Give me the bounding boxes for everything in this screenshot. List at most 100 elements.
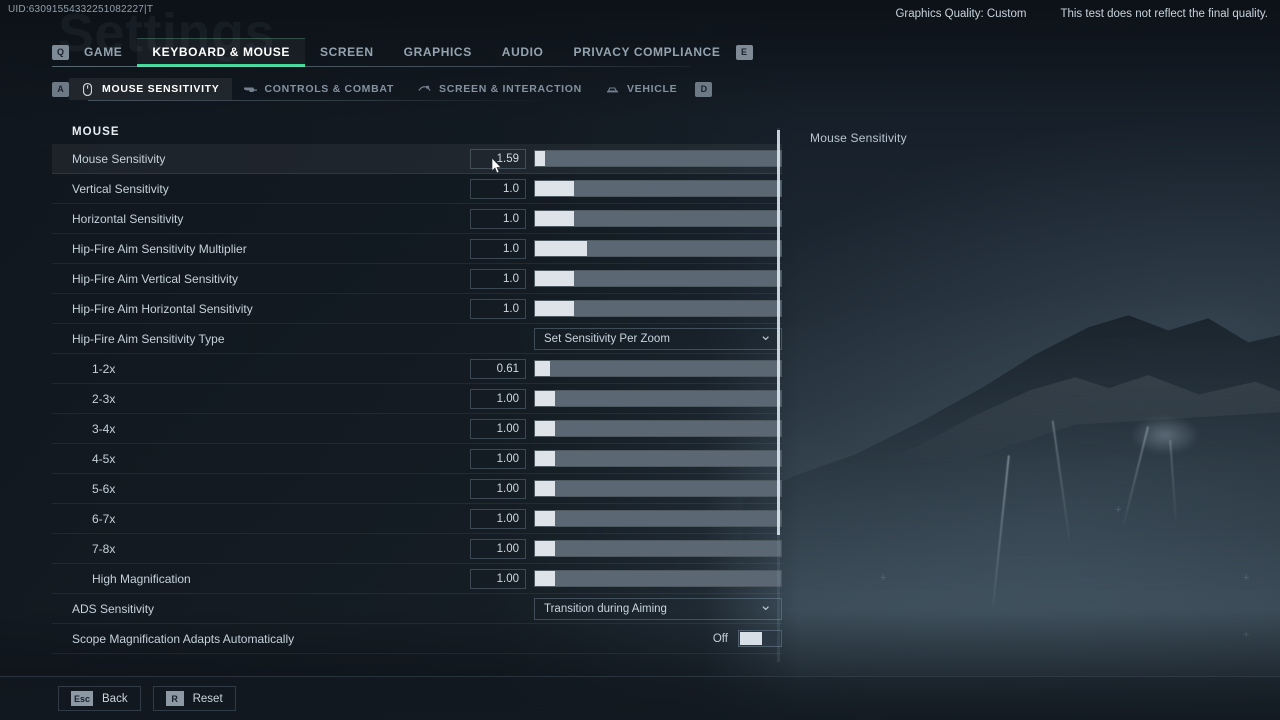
setting-label: 2-3x <box>92 391 116 406</box>
settings-row[interactable]: Hip-Fire Aim Vertical Sensitivity 1.0 <box>52 264 782 294</box>
settings-row[interactable]: Vertical Sensitivity 1.0 <box>52 174 782 204</box>
section-title-mouse: MOUSE <box>72 126 120 138</box>
subtab-vehicle[interactable]: VEHICLE <box>594 78 689 100</box>
slider-fill <box>535 571 555 586</box>
crosshair-icon <box>418 83 431 96</box>
crosshair-mark-icon: + <box>1115 504 1122 516</box>
subtab-screen-interaction[interactable]: SCREEN & INTERACTION <box>406 78 594 100</box>
slider-fill <box>535 421 555 436</box>
slider-fill <box>535 511 555 526</box>
settings-row[interactable]: 3-4x 1.00 <box>52 414 782 444</box>
tab-graphics[interactable]: GRAPHICS <box>389 38 487 66</box>
slider-fill <box>535 181 575 196</box>
setting-slider[interactable] <box>534 180 782 197</box>
tab-screen[interactable]: SCREEN <box>305 38 389 66</box>
tab-game[interactable]: GAME <box>69 38 137 66</box>
settings-row[interactable]: 2-3x 1.00 <box>52 384 782 414</box>
toggle-knob <box>740 632 762 645</box>
settings-row[interactable]: Horizontal Sensitivity 1.0 <box>52 204 782 234</box>
sub-tab-bar: A MOUSE SENSITIVITY CONTROLS & COMBAT SC… <box>52 78 713 100</box>
setting-label: 6-7x <box>92 511 116 526</box>
setting-label: Hip-Fire Aim Vertical Sensitivity <box>72 271 239 286</box>
slider-fill <box>535 451 555 466</box>
setting-slider[interactable] <box>534 270 782 287</box>
settings-row[interactable]: 6-7x 1.00 <box>52 504 782 534</box>
subtab-prev-key-hint[interactable]: A <box>52 81 69 97</box>
setting-dropdown[interactable]: Set Sensitivity Per Zoom ⌄ <box>534 327 782 350</box>
settings-row[interactable]: Scope Magnification Adapts Automatically… <box>52 624 782 654</box>
back-button[interactable]: Esc Back <box>58 686 141 711</box>
subtab-label: VEHICLE <box>626 83 678 95</box>
settings-row[interactable]: 1-2x 0.61 <box>52 354 782 384</box>
slider-fill <box>535 391 555 406</box>
setting-value-field[interactable]: 1.0 <box>470 178 526 199</box>
setting-label: Vertical Sensitivity <box>72 181 169 196</box>
setting-slider[interactable] <box>534 300 782 317</box>
settings-row[interactable]: Mouse Sensitivity 1.59 <box>52 144 782 174</box>
settings-row[interactable]: Hip-Fire Aim Sensitivity Type Set Sensiti… <box>52 324 782 354</box>
bottom-action-bar: Esc Back R Reset <box>0 676 1280 720</box>
setting-value-field[interactable]: 1.00 <box>470 388 526 409</box>
settings-row[interactable]: 5-6x 1.00 <box>52 474 782 504</box>
setting-slider[interactable] <box>534 540 782 557</box>
tab-privacy-compliance[interactable]: PRIVACY COMPLIANCE <box>558 38 735 66</box>
setting-value-field[interactable]: 1.00 <box>470 418 526 439</box>
setting-value-field[interactable]: 1.59 <box>470 148 526 169</box>
setting-value-field[interactable]: 0.61 <box>470 358 526 379</box>
subtab-next-key-hint[interactable]: D <box>695 81 713 97</box>
tab-prev-key-hint[interactable]: Q <box>52 44 69 60</box>
setting-value-field[interactable]: 1.0 <box>470 238 526 259</box>
subtab-controls-combat[interactable]: CONTROLS & COMBAT <box>232 78 407 100</box>
setting-slider[interactable] <box>534 570 782 587</box>
settings-row[interactable]: 7-8x 1.00 <box>52 534 782 564</box>
slider-fill <box>535 541 555 556</box>
mouse-icon <box>81 82 94 96</box>
setting-label: Scope Magnification Adapts Automatically <box>72 631 295 646</box>
setting-slider[interactable] <box>534 510 782 527</box>
reset-key-hint: R <box>165 691 184 706</box>
settings-panel: MOUSE Mouse Sensitivity 1.59 Vertical Sens… <box>52 126 782 660</box>
setting-value-field[interactable]: 1.0 <box>470 208 526 229</box>
test-disclaimer-label: This test does not reflect the final qua… <box>1060 8 1268 20</box>
tab-audio[interactable]: AUDIO <box>487 38 559 66</box>
setting-value-field[interactable]: 1.0 <box>470 268 526 289</box>
tab-next-key-hint[interactable]: E <box>735 44 753 60</box>
subtab-label: CONTROLS & COMBAT <box>264 83 395 95</box>
setting-slider[interactable] <box>534 450 782 467</box>
setting-value-field[interactable]: 1.00 <box>470 568 526 589</box>
setting-value-field[interactable]: 1.00 <box>470 538 526 559</box>
settings-row[interactable]: High Magnification 1.00 <box>52 564 782 594</box>
slider-fill <box>535 271 575 286</box>
tab-keyboard-mouse[interactable]: KEYBOARD & MOUSE <box>137 38 306 67</box>
setting-value-field[interactable]: 1.0 <box>470 298 526 319</box>
setting-slider[interactable] <box>534 240 782 257</box>
back-key-hint: Esc <box>71 691 94 706</box>
subtab-mouse-sensitivity[interactable]: MOUSE SENSITIVITY <box>69 78 232 100</box>
setting-label: 3-4x <box>92 421 116 436</box>
setting-label: 5-6x <box>92 481 116 496</box>
chevron-down-icon: ⌄ <box>759 327 772 344</box>
setting-value-field[interactable]: 1.00 <box>470 478 526 499</box>
setting-slider[interactable] <box>534 150 782 167</box>
reset-button[interactable]: R Reset <box>152 686 236 711</box>
setting-slider[interactable] <box>534 420 782 437</box>
setting-value-field[interactable]: 1.00 <box>470 508 526 529</box>
settings-row[interactable]: Hip-Fire Aim Horizontal Sensitivity 1.0 <box>52 294 782 324</box>
settings-row[interactable]: ADS Sensitivity Transition during Aiming ⌄ <box>52 594 782 624</box>
setting-toggle-group[interactable]: Off <box>713 630 782 647</box>
setting-value-field[interactable]: 1.00 <box>470 448 526 469</box>
setting-slider[interactable] <box>534 360 782 377</box>
setting-slider[interactable] <box>534 480 782 497</box>
setting-label: High Magnification <box>92 571 191 586</box>
scrollbar-thumb[interactable] <box>777 130 780 535</box>
setting-toggle[interactable] <box>738 630 782 647</box>
setting-slider[interactable] <box>534 390 782 407</box>
weapon-icon <box>243 83 257 96</box>
setting-dropdown[interactable]: Transition during Aiming ⌄ <box>534 597 782 620</box>
reset-label: Reset <box>192 692 223 705</box>
settings-row[interactable]: 4-5x 1.00 <box>52 444 782 474</box>
setting-label: 7-8x <box>92 541 116 556</box>
settings-row[interactable]: Hip-Fire Aim Sensitivity Multiplier 1.0 <box>52 234 782 264</box>
setting-slider[interactable] <box>534 210 782 227</box>
vehicle-icon <box>606 83 619 96</box>
